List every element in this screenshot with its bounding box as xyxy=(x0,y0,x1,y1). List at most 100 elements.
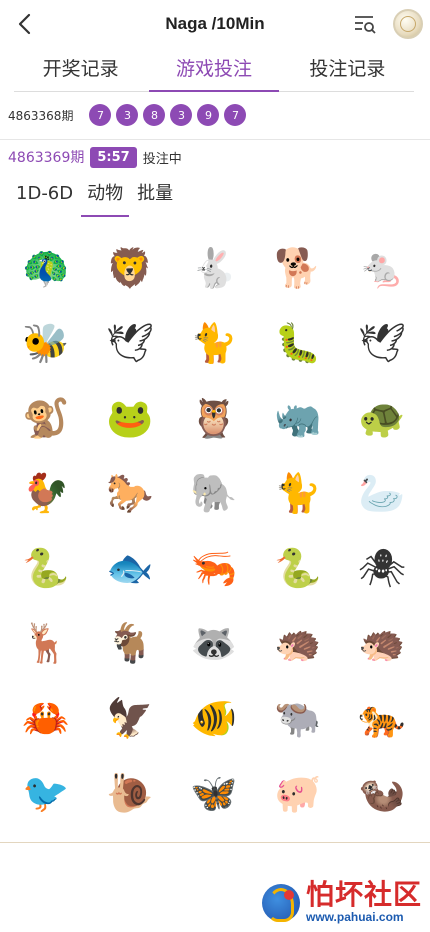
animal-option-turtle[interactable]: 🐢 xyxy=(340,380,424,455)
tab-draw-history[interactable]: 开奖记录 xyxy=(14,48,147,91)
animal-option-centipede[interactable]: 🐛 xyxy=(256,305,340,380)
pigeon-icon: 🕊 xyxy=(357,320,407,365)
rabbit-icon: 🐇 xyxy=(190,245,238,290)
divider xyxy=(0,842,430,843)
hedgehog-icon: 🦔 xyxy=(358,620,406,665)
rhino-icon: 🦏 xyxy=(274,395,322,440)
crane-icon: 🕊 xyxy=(105,320,155,365)
owl-icon: 🦉 xyxy=(190,395,238,440)
lion-icon: 🦁 xyxy=(106,245,154,290)
fish-icon: 🐟 xyxy=(106,545,154,590)
animal-option-goat[interactable]: 🐐 xyxy=(88,605,172,680)
animal-option-goldfish[interactable]: 🐠 xyxy=(172,680,256,755)
tab-bet-records[interactable]: 投注记录 xyxy=(281,48,414,91)
animal-option-owl[interactable]: 🦉 xyxy=(172,380,256,455)
peacock-icon: 🦚 xyxy=(22,245,70,290)
watermark: 怕坏社区 www.pahuai.com xyxy=(262,882,422,924)
previous-issue-number: 4863368期 xyxy=(8,108,74,123)
animal-option-bee[interactable]: 🐝 xyxy=(4,305,88,380)
animal-option-elephant[interactable]: 🐘 xyxy=(172,455,256,530)
result-ball: 7 xyxy=(224,104,247,126)
lynx-icon: 🐈 xyxy=(190,320,238,365)
animal-option-hedgehog[interactable]: 🦔 xyxy=(340,605,424,680)
spider-icon: 🕷 xyxy=(357,545,407,590)
animal-option-pig[interactable]: 🐖 xyxy=(256,755,340,830)
list-search-icon[interactable] xyxy=(352,11,378,37)
subtab-animals[interactable]: 动物 xyxy=(81,177,130,217)
animal-option-peacock[interactable]: 🦚 xyxy=(4,230,88,305)
horse-icon: 🐎 xyxy=(106,470,154,515)
animal-option-pigeon[interactable]: 🕊 xyxy=(340,305,424,380)
animal-option-mouse[interactable]: 🐁 xyxy=(340,230,424,305)
shrimp-icon: 🦐 xyxy=(190,545,238,590)
animal-option-frog[interactable]: 🐸 xyxy=(88,380,172,455)
page-title: Naga /10Min xyxy=(165,14,265,33)
animal-option-lynx[interactable]: 🐈 xyxy=(172,305,256,380)
mouse-icon: 🐁 xyxy=(358,245,406,290)
animal-option-rooster[interactable]: 🐓 xyxy=(4,455,88,530)
animal-option-spider[interactable]: 🕷 xyxy=(340,530,424,605)
animal-option-horse[interactable]: 🐎 xyxy=(88,455,172,530)
watermark-title: 怕坏社区 xyxy=(306,880,423,911)
app-header: Naga /10Min xyxy=(0,0,430,48)
animal-option-moose[interactable]: 🦌 xyxy=(4,605,88,680)
result-ball: 8 xyxy=(143,104,166,126)
result-ball: 3 xyxy=(116,104,139,126)
cat-icon: 🐈 xyxy=(274,470,322,515)
animal-option-raccoon[interactable]: 🦝 xyxy=(172,605,256,680)
animal-option-crab[interactable]: 🦀 xyxy=(4,680,88,755)
animal-grid: 🦚 🦁 🐇 🐕 🐁 🐝 🕊 🐈 🐛 🕊 🐒 🐸 🦉 🦏 🐢 🐓 🐎 🐘 🐈 🦢 🐍 🐟 🦐 🐍 🕷 🦌 🐐 🦝 🦔 🦔 🦀 🦅 🐠 🐃 🐅 🐦 🐌 🦋 🐖 🦦 xyxy=(4,230,424,830)
animal-option-crane[interactable]: 🕊 xyxy=(88,305,172,380)
animal-option-eel[interactable]: 🐍 xyxy=(4,530,88,605)
crab-icon: 🦀 xyxy=(22,695,70,740)
watermark-url: www.pahuai.com xyxy=(306,910,404,924)
sub-tab-bar: 1D-6D 动物 批量 xyxy=(10,177,181,217)
current-issue-row: 4863369期 5:57 投注中 xyxy=(8,145,182,169)
animal-option-dog[interactable]: 🐕 xyxy=(256,230,340,305)
tiger-icon: 🐅 xyxy=(358,695,406,740)
result-ball: 7 xyxy=(89,104,112,126)
divider xyxy=(0,139,430,140)
current-issue-number: 4863369期 xyxy=(8,150,85,166)
animal-option-goose[interactable]: 🦢 xyxy=(340,455,424,530)
turtle-icon: 🐢 xyxy=(358,395,406,440)
animal-option-monkey[interactable]: 🐒 xyxy=(4,380,88,455)
pig-icon: 🐖 xyxy=(274,770,322,815)
chevron-left-icon[interactable] xyxy=(12,10,40,38)
butterfly-icon: 🦋 xyxy=(190,770,238,815)
snail-icon: 🐌 xyxy=(106,770,154,815)
animal-option-snail[interactable]: 🐌 xyxy=(88,755,172,830)
animal-option-butterfly[interactable]: 🦋 xyxy=(172,755,256,830)
subtab-batch[interactable]: 批量 xyxy=(131,177,179,215)
animal-option-cat[interactable]: 🐈 xyxy=(256,455,340,530)
main-tab-bar: 开奖记录 游戏投注 投注记录 xyxy=(14,48,414,92)
animal-option-buffalo[interactable]: 🐃 xyxy=(256,680,340,755)
animal-option-rhino[interactable]: 🦏 xyxy=(256,380,340,455)
tab-game-betting[interactable]: 游戏投注 xyxy=(147,48,280,92)
animal-option-lion[interactable]: 🦁 xyxy=(88,230,172,305)
goose-icon: 🦢 xyxy=(358,470,406,515)
centipede-icon: 🐛 xyxy=(274,320,322,365)
animal-option-swallow[interactable]: 🐦 xyxy=(4,755,88,830)
countdown-timer: 5:57 xyxy=(90,146,137,168)
animal-option-otter[interactable]: 🦦 xyxy=(340,755,424,830)
moose-icon: 🦌 xyxy=(22,620,70,665)
previous-result-row: 4863368期 7 3 8 3 9 7 xyxy=(8,100,251,130)
animal-option-pangolin[interactable]: 🦔 xyxy=(256,605,340,680)
buffalo-icon: 🐃 xyxy=(274,695,322,740)
animal-option-tiger[interactable]: 🐅 xyxy=(340,680,424,755)
animal-option-eagle[interactable]: 🦅 xyxy=(88,680,172,755)
otter-icon: 🦦 xyxy=(358,770,406,815)
pangolin-icon: 🦔 xyxy=(274,620,322,665)
monkey-icon: 🐒 xyxy=(22,395,70,440)
result-ball: 9 xyxy=(197,104,220,126)
frog-icon: 🐸 xyxy=(106,395,154,440)
coin-icon[interactable] xyxy=(393,9,423,39)
animal-option-rabbit[interactable]: 🐇 xyxy=(172,230,256,305)
animal-option-fish[interactable]: 🐟 xyxy=(88,530,172,605)
dog-icon: 🐕 xyxy=(274,245,322,290)
betting-status: 投注中 xyxy=(142,151,182,167)
animal-option-snake[interactable]: 🐍 xyxy=(256,530,340,605)
animal-option-shrimp[interactable]: 🦐 xyxy=(172,530,256,605)
subtab-1d-6d[interactable]: 1D-6D xyxy=(10,177,79,215)
